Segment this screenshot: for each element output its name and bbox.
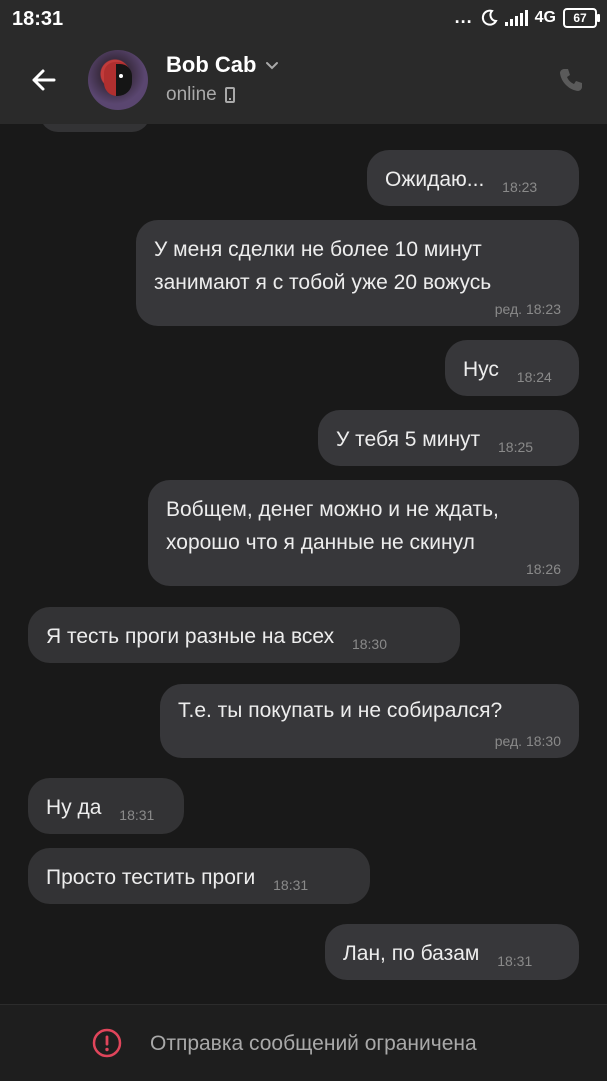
notification-dots: ...	[454, 7, 473, 27]
arrow-left-icon[interactable]	[26, 62, 62, 98]
message-time: 18:31	[119, 807, 155, 823]
message-bubble-outgoing[interactable]: Нус 18:24	[445, 340, 579, 396]
network-type: 4G	[534, 8, 556, 26]
message-bubble-incoming[interactable]: Ну да 18:31	[28, 778, 184, 834]
message-bubble-outgoing[interactable]: Вобщем, денег можно и не ждать, хорошо ч…	[148, 480, 579, 586]
phone-call-icon[interactable]	[557, 66, 585, 94]
chevron-down-icon	[266, 62, 279, 70]
messaging-restricted-bar: Отправка сообщений ограничена	[0, 1004, 607, 1081]
status-time: 18:31	[12, 8, 64, 30]
battery-level: 67	[573, 10, 587, 25]
moon-icon	[481, 9, 498, 26]
battery-icon: 67	[563, 7, 600, 28]
contact-status: online	[166, 84, 217, 105]
mobile-phone-icon	[224, 87, 235, 103]
message-time: 18:25	[498, 439, 534, 455]
message-time: 18:23	[502, 179, 538, 195]
message-bubble-outgoing[interactable]: Лан, по базам 18:31	[325, 924, 579, 980]
message-bubble-outgoing[interactable]: Ожидаю... 18:23	[367, 150, 579, 206]
restriction-text: Отправка сообщений ограничена	[150, 1032, 477, 1055]
message-bubble-outgoing[interactable]: У меня сделки не более 10 минут занимают…	[136, 220, 579, 326]
message-text: Ну да	[46, 796, 102, 819]
contact-name: Bob Cab	[166, 52, 257, 77]
message-text: Я тесть проги разные на всех	[46, 625, 335, 648]
message-time: ред. 18:30	[494, 733, 561, 749]
message-time: ред. 18:23	[494, 301, 561, 317]
message-time: 18:31	[273, 877, 309, 893]
previous-message-bubble	[40, 124, 150, 132]
message-text: Т.е. ты покупать и не собирался?	[178, 699, 503, 722]
message-bubble-incoming[interactable]: Я тесть проги разные на всех 18:30	[28, 607, 460, 663]
chat-header: Bob Cab online	[0, 38, 607, 124]
message-text: У тебя 5 минут	[336, 428, 481, 451]
message-time: 18:24	[516, 369, 552, 385]
message-bubble-outgoing[interactable]: Т.е. ты покупать и не собирался? ред. 18…	[160, 684, 579, 758]
message-bubble-outgoing[interactable]: У тебя 5 минут 18:25	[318, 410, 579, 466]
signal-icon	[504, 9, 528, 26]
message-time: 18:31	[497, 953, 533, 969]
status-icons: ... 4G 67	[454, 7, 600, 28]
message-text: Лан, по базам	[343, 942, 480, 965]
message-bubble-incoming[interactable]: Просто тестить проги 18:31	[28, 848, 370, 904]
warning-circle-icon	[92, 1028, 122, 1058]
status-bar: 18:31 ... 4G 67	[0, 0, 607, 38]
message-text: Просто тестить проги	[46, 866, 256, 889]
message-list[interactable]: Ожидаю... 18:23 У меня сделки не более 1…	[0, 124, 607, 1004]
message-time: 18:30	[351, 636, 388, 652]
message-text: У меня сделки не более 10 минут занимают…	[154, 238, 492, 294]
message-text: Вобщем, денег можно и не ждать, хорошо ч…	[166, 498, 499, 554]
message-time: 18:26	[525, 561, 561, 577]
message-text: Нус	[463, 358, 499, 381]
message-text: Ожидаю...	[385, 168, 485, 191]
contact-status-row: online	[166, 84, 235, 106]
avatar[interactable]	[88, 50, 148, 110]
contact-name-row[interactable]: Bob Cab	[166, 52, 280, 78]
